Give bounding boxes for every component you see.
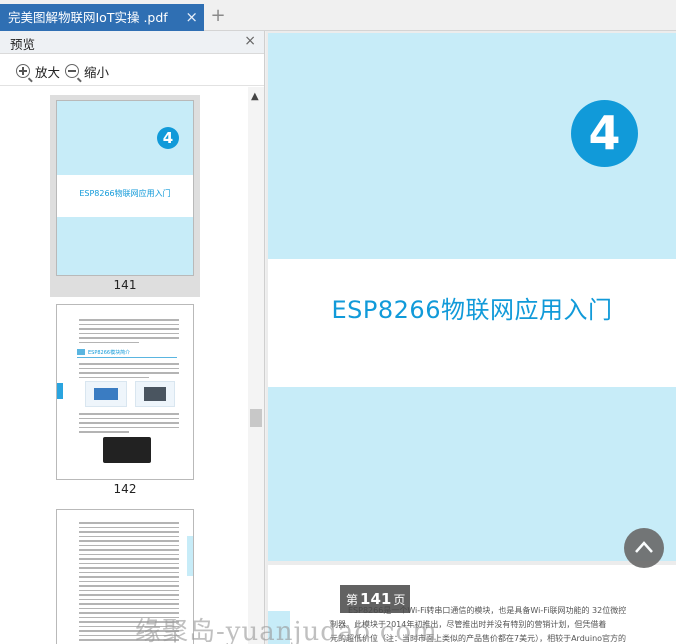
chapter-number: 4 — [571, 100, 638, 167]
document-view[interactable]: 4 ESP8266物联网应用入门 ESP8266是一个Wi-Fi转串口通信的模块… — [266, 31, 676, 644]
zoom-in-label: 放大 — [35, 64, 61, 80]
thumbnail-section-marker — [77, 349, 85, 355]
preview-sidebar: 预览 × 放大 缩小 4 ESP8266物联网应用入门 141 ESP8266模… — [0, 31, 265, 644]
thumbnail-page-141[interactable]: 4 ESP8266物联网应用入门 141 — [50, 95, 200, 297]
thumbnail-text-block — [79, 319, 179, 346]
sidebar-close-icon[interactable]: × — [244, 33, 256, 49]
thumbnail-scrollbar[interactable]: ▲ — [248, 87, 264, 644]
thumbnail-image: ESP8266模块简介 — [56, 304, 194, 480]
chapter-title: ESP8266物联网应用入门 — [331, 296, 613, 324]
thumbnail-page-label: 141 — [113, 278, 137, 292]
watermark: 缘聚岛-yuanjudao.com — [135, 617, 438, 644]
zoom-in-button[interactable]: 放大 — [16, 62, 61, 82]
thumbnail-section-title: ESP8266模块简介 — [88, 350, 131, 356]
thumbnail-page-142[interactable]: ESP8266模块简介 142 — [50, 302, 200, 502]
scroll-up-icon[interactable]: ▲ — [251, 91, 259, 102]
sidebar-header: 预览 × — [0, 31, 264, 54]
thumbnail-page-label: 142 — [113, 482, 137, 496]
thumbnail-board-figure — [103, 437, 151, 463]
page-141: 4 ESP8266物联网应用入门 — [268, 33, 676, 561]
thumbnail-side-tab — [57, 383, 63, 399]
chevron-up-icon — [635, 541, 653, 553]
sidebar-title: 预览 — [10, 37, 36, 52]
scrollbar-thumb[interactable] — [250, 409, 262, 427]
thumbnail-image: 4 ESP8266物联网应用入门 — [56, 100, 194, 276]
thumbnail-text-block — [79, 363, 179, 381]
current-page-number: 141 — [360, 590, 392, 608]
document-tab[interactable]: 完美图解物联网IoT实操 .pdf × — [0, 4, 204, 31]
tab-close-icon[interactable]: × — [185, 4, 198, 31]
thumbnail-side-tab — [187, 536, 193, 576]
zoom-out-icon — [65, 64, 82, 82]
page-prefix: 第 — [346, 593, 359, 607]
thumbnail-rule — [77, 357, 177, 358]
thumbnail-chapter-title: ESP8266物联网应用入门 — [79, 189, 171, 198]
zoom-out-label: 缩小 — [84, 64, 110, 80]
page-suffix: 页 — [393, 593, 406, 607]
new-tab-button[interactable]: + — [208, 5, 228, 27]
page-indicator: 第 141 页 — [340, 585, 410, 613]
thumbnail-figure — [85, 381, 127, 407]
scroll-to-top-button[interactable] — [624, 528, 664, 568]
chapter-band-bottom — [268, 387, 676, 561]
pdf-reader-window: 完美图解物联网IoT实操 .pdf × + 预览 × 放大 缩小 4 ESP82… — [0, 0, 676, 644]
zoom-toolbar: 放大 缩小 — [0, 54, 264, 86]
thumbnail-band-bottom — [57, 217, 193, 275]
thumbnail-chapter-number: 4 — [157, 127, 179, 149]
thumbnail-text-block — [79, 413, 179, 436]
thumbnail-figure — [135, 381, 175, 407]
tab-bar: 完美图解物联网IoT实操 .pdf × + — [0, 0, 676, 31]
thumbnail-list: 4 ESP8266物联网应用入门 141 ESP8266模块简介 142 — [0, 87, 248, 644]
tab-title: 完美图解物联网IoT实操 .pdf — [8, 10, 168, 25]
zoom-out-button[interactable]: 缩小 — [65, 62, 110, 82]
zoom-in-icon — [16, 64, 33, 82]
